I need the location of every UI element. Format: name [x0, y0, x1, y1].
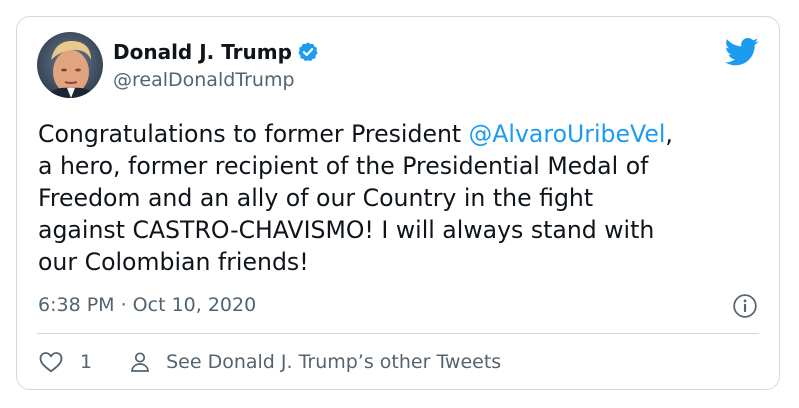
like-count: 1 — [80, 351, 93, 373]
tweet-line-1-after: , — [665, 120, 673, 148]
divider — [37, 333, 759, 334]
tweet-line-5: our Colombian friends! — [38, 248, 309, 276]
tweet-line-3: Freedom and an ally of our Country in th… — [38, 184, 594, 212]
tweet-line-4: against CASTRO-CHAVISMO! I will always s… — [38, 216, 655, 244]
author-avatar[interactable] — [37, 32, 103, 98]
author-handle[interactable]: @realDonaldTrump — [113, 68, 295, 92]
tweet-line-1-before: Congratulations to former President — [38, 120, 469, 148]
tweet-line-1: Congratulations to former President @Alv… — [38, 118, 758, 150]
author-display-name[interactable]: Donald J. Trump — [113, 40, 292, 64]
tweet-timestamp[interactable]: 6:38 PM · Oct 10, 2020 — [38, 293, 256, 317]
tweet-line-2: a hero, former recipient of the Presiden… — [38, 152, 649, 180]
heart-icon — [38, 349, 64, 375]
twitter-bird-icon[interactable] — [724, 37, 759, 67]
avatar-image — [37, 32, 103, 98]
tweet-actions: 1 See Donald J. Trump’s other Tweets — [38, 348, 501, 376]
person-icon — [128, 350, 152, 374]
info-icon[interactable] — [732, 293, 758, 319]
author-name-row[interactable]: Donald J. Trump — [113, 40, 319, 64]
mention-link[interactable]: @AlvaroUribeVel — [469, 120, 666, 148]
see-other-tweets-label: See Donald J. Trump’s other Tweets — [166, 351, 502, 373]
see-other-tweets-link[interactable]: See Donald J. Trump’s other Tweets — [128, 350, 501, 374]
tweet-card[interactable]: Donald J. Trump @realDonaldTrump Congrat… — [16, 16, 780, 390]
like-button[interactable]: 1 — [38, 349, 92, 375]
tweet-body: Congratulations to former President @Alv… — [38, 118, 758, 278]
verified-badge-icon — [297, 41, 319, 63]
